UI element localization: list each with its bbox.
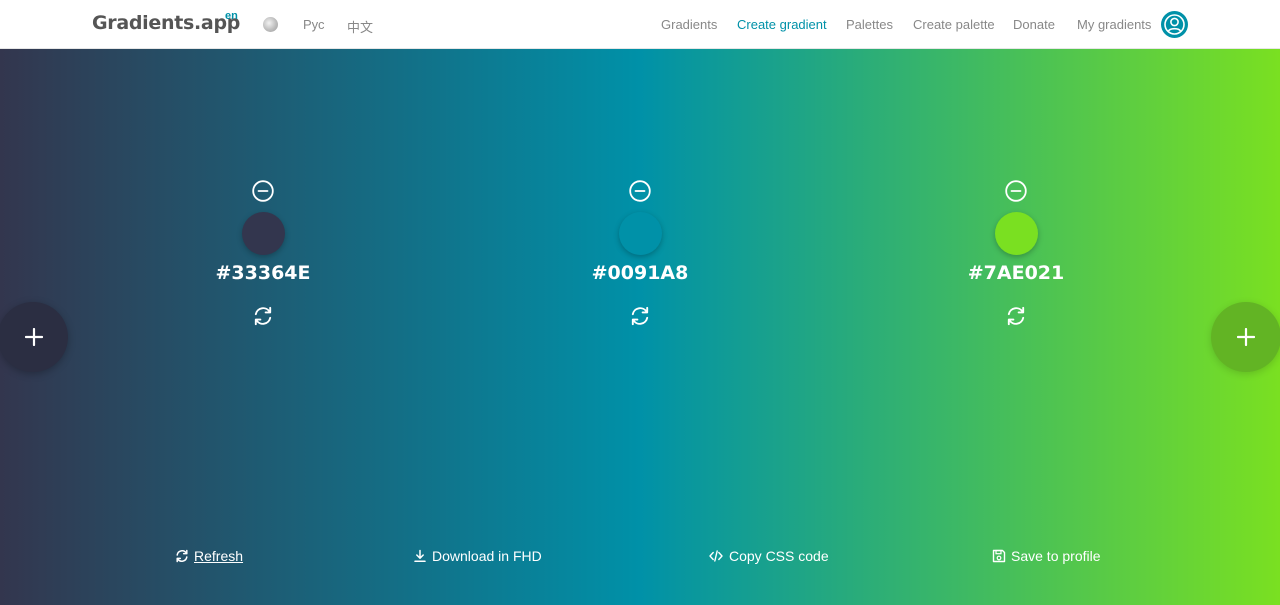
- gradient-preview: #33364E #0091A8 #7AE021 Refresh Download…: [0, 49, 1280, 605]
- top-navbar: Gradients.app en Рус 中文 Gradients Create…: [0, 0, 1280, 49]
- color-stop: #0091A8: [560, 49, 720, 349]
- save-to-profile-button[interactable]: Save to profile: [992, 548, 1101, 564]
- current-language-badge: en: [225, 10, 238, 22]
- remove-color-icon[interactable]: [629, 180, 651, 202]
- download-fhd-button[interactable]: Download in FHD: [413, 548, 542, 564]
- refresh-gradient-button[interactable]: Refresh: [175, 548, 243, 564]
- remove-color-icon[interactable]: [252, 180, 274, 202]
- save-label: Save to profile: [1011, 548, 1101, 564]
- refresh-icon: [176, 549, 188, 563]
- shuffle-color-icon[interactable]: [629, 305, 651, 327]
- add-color-right-button[interactable]: [1211, 302, 1280, 372]
- color-stop: #7AE021: [936, 49, 1096, 349]
- language-zh-link[interactable]: 中文: [347, 17, 373, 36]
- color-hex-label[interactable]: #0091A8: [560, 262, 720, 284]
- shuffle-color-icon[interactable]: [1005, 305, 1027, 327]
- plus-icon: [1237, 328, 1255, 346]
- shuffle-color-icon[interactable]: [252, 305, 274, 327]
- nav-create-palette[interactable]: Create palette: [913, 17, 995, 32]
- nav-donate[interactable]: Donate: [1013, 17, 1055, 32]
- color-swatch[interactable]: [619, 212, 662, 255]
- download-icon: [414, 549, 426, 563]
- copy-css-label: Copy CSS code: [729, 548, 829, 564]
- color-swatch[interactable]: [242, 212, 285, 255]
- download-label: Download in FHD: [432, 548, 542, 564]
- remove-color-icon[interactable]: [1005, 180, 1027, 202]
- theme-toggle-icon[interactable]: [263, 17, 278, 32]
- refresh-label: Refresh: [194, 548, 244, 564]
- color-stop: #33364E: [183, 49, 343, 349]
- nav-palettes[interactable]: Palettes: [846, 17, 893, 32]
- site-logo[interactable]: Gradients.app: [92, 12, 240, 34]
- color-swatch[interactable]: [995, 212, 1038, 255]
- color-hex-label[interactable]: #7AE021: [936, 262, 1096, 284]
- code-icon: [709, 550, 723, 562]
- floppy-disk-icon: [992, 549, 1006, 563]
- copy-css-button[interactable]: Copy CSS code: [708, 548, 829, 564]
- language-ru-link[interactable]: Рус: [303, 17, 325, 32]
- color-hex-label[interactable]: #33364E: [183, 262, 343, 284]
- plus-icon: [25, 328, 43, 346]
- nav-create-gradient[interactable]: Create gradient: [737, 17, 827, 32]
- nav-gradients[interactable]: Gradients: [661, 17, 717, 32]
- user-avatar-icon[interactable]: [1161, 11, 1188, 38]
- add-color-left-button[interactable]: [0, 302, 68, 372]
- nav-my-gradients[interactable]: My gradients: [1077, 17, 1151, 32]
